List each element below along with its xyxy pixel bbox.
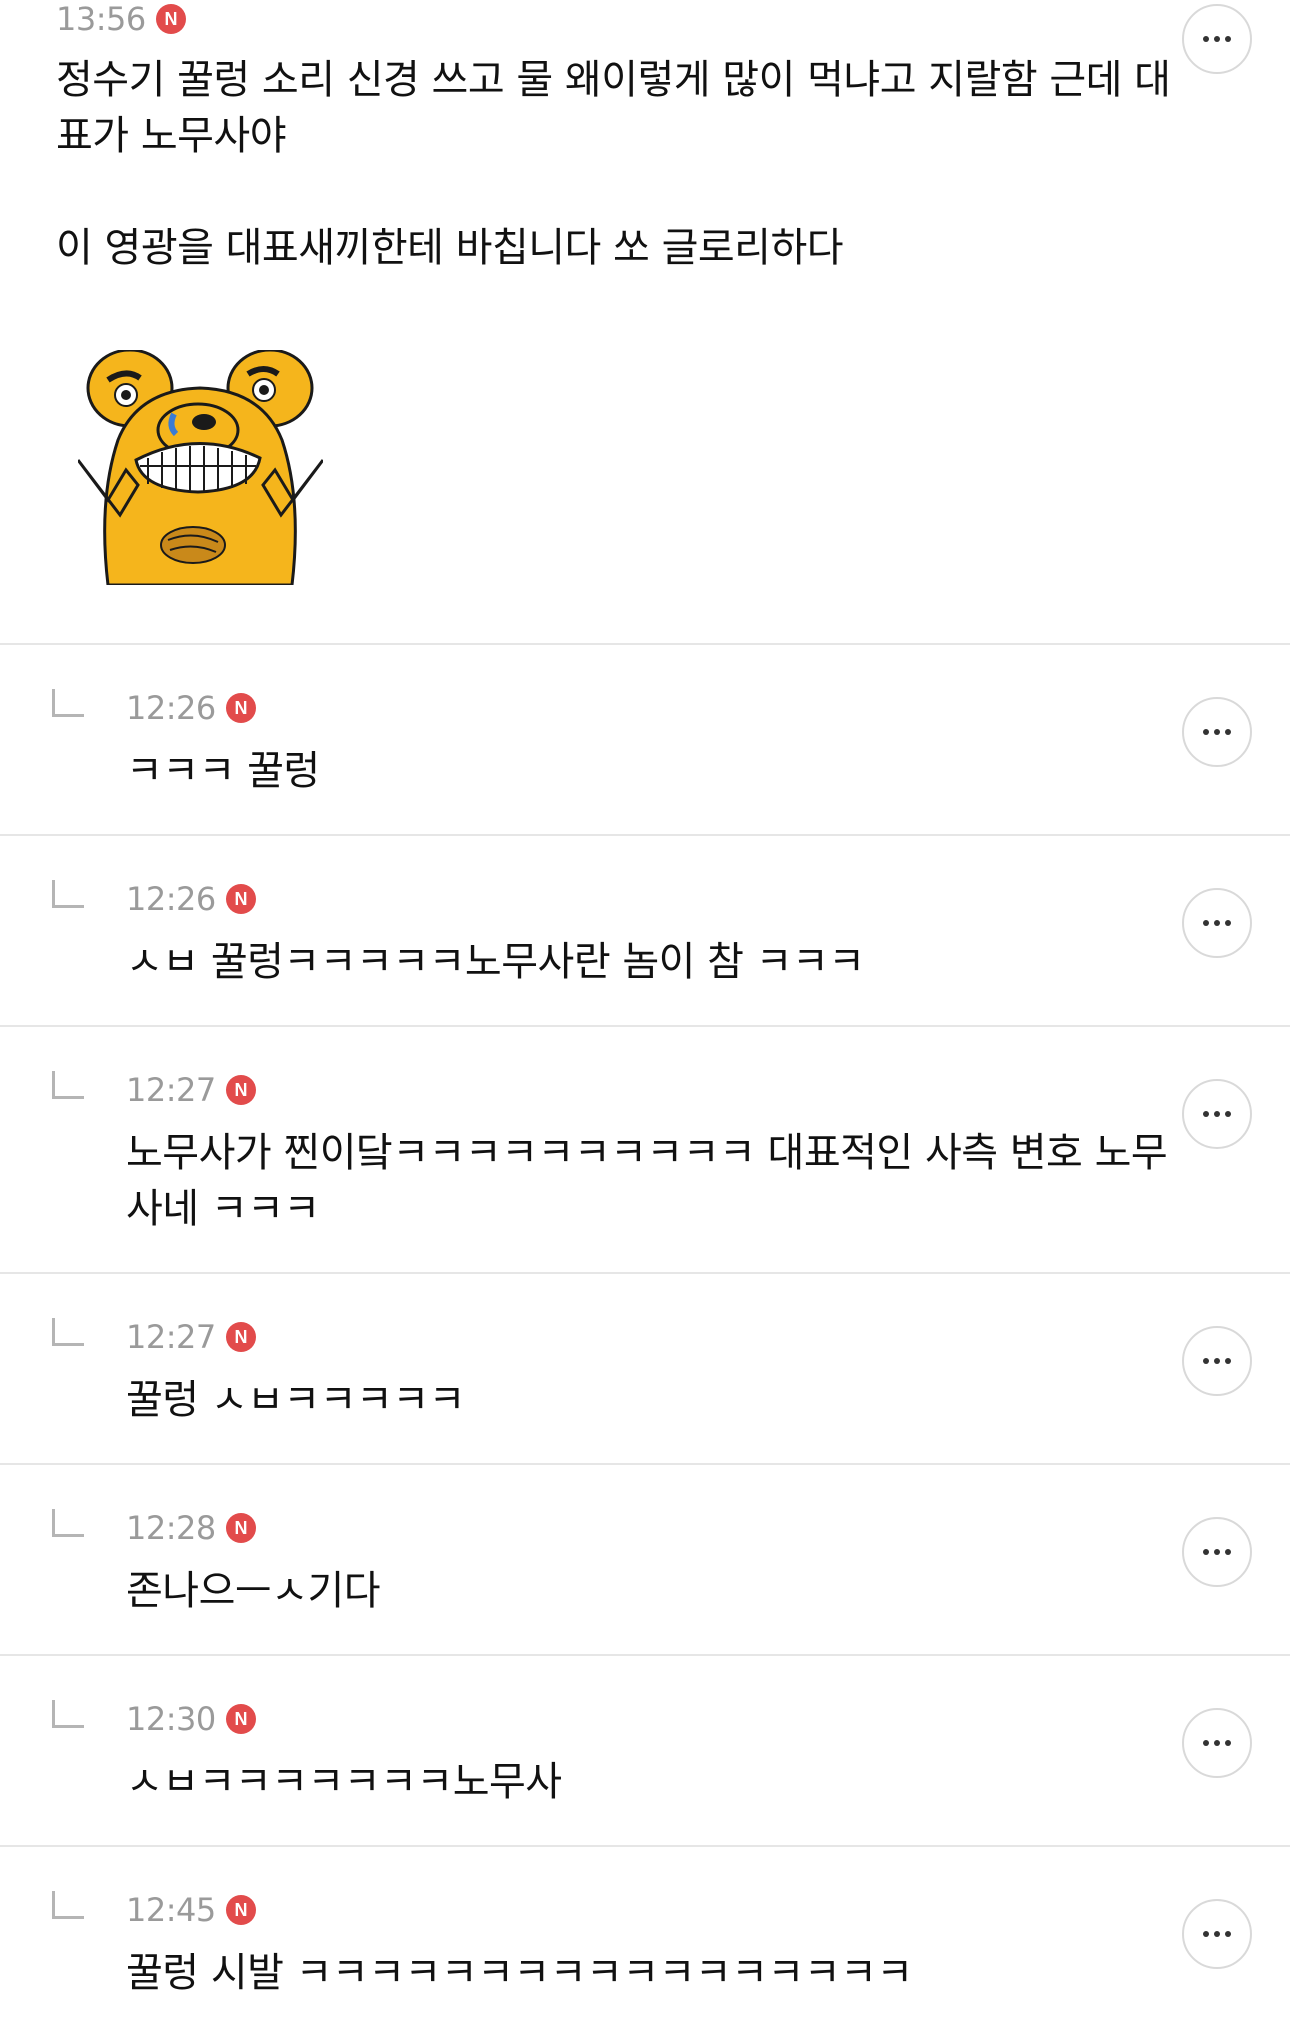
more-options-icon xyxy=(1203,920,1231,926)
more-options-button[interactable] xyxy=(1182,697,1252,767)
more-options-icon xyxy=(1203,1111,1231,1117)
comment-thread: 13:56 N 정수기 꿀렁 소리 신경 쓰고 물 왜이렇게 많이 먹냐고 지랄… xyxy=(0,0,1290,2036)
reply-item: 12:27 N 노무사가 찐이닼ㅋㅋㅋㅋㅋㅋㅋㅋㅋㅋ 대표적인 사측 변호 노무… xyxy=(0,1027,1290,1274)
reply-arrow-icon xyxy=(52,1891,84,1919)
reply-time: 12:45 xyxy=(126,1891,216,1929)
reply-arrow-icon xyxy=(52,1071,84,1099)
reply-meta: 12:30 N xyxy=(126,1700,256,1738)
post-body: 정수기 꿀렁 소리 신경 쓰고 물 왜이렇게 많이 먹냐고 지랄함 근데 대표가… xyxy=(56,52,1176,276)
reply-arrow-icon xyxy=(52,880,84,908)
reply-meta: 12:27 N xyxy=(126,1071,256,1109)
reply-item: 12:26 N ㅋㅋㅋ 꿀렁 xyxy=(0,645,1290,836)
reply-text: ㅅㅂ 꿀렁ㅋㅋㅋㅋㅋ노무사란 놈이 참 ㅋㅋㅋ xyxy=(126,939,865,985)
reply-text: 노무사가 찐이닼ㅋㅋㅋㅋㅋㅋㅋㅋㅋㅋ 대표적인 사측 변호 노무사네 ㅋㅋㅋ xyxy=(126,1130,1168,1232)
new-badge-icon: N xyxy=(225,1895,256,1925)
reply-text: ㅋㅋㅋ 꿀렁 xyxy=(126,748,320,794)
post-meta: 13:56 N xyxy=(56,0,186,38)
reply-time: 12:27 xyxy=(126,1318,216,1356)
more-options-button[interactable] xyxy=(1182,1899,1252,1969)
reply-item: 12:30 N ㅅㅂㅋㅋㅋㅋㅋㅋㅋ노무사 xyxy=(0,1656,1290,1847)
reply-arrow-icon xyxy=(52,1318,84,1346)
reply-meta: 12:28 N xyxy=(126,1509,256,1547)
reply-item: 12:27 N 꿀렁 ㅅㅂㅋㅋㅋㅋㅋ xyxy=(0,1274,1290,1465)
more-options-icon xyxy=(1203,1931,1231,1937)
reply-meta: 12:26 N xyxy=(126,689,256,727)
more-options-button[interactable] xyxy=(1182,4,1252,74)
more-options-icon xyxy=(1203,1549,1231,1555)
more-options-icon xyxy=(1203,1740,1231,1746)
reply-time: 12:26 xyxy=(126,689,216,727)
bear-sticker xyxy=(78,350,323,585)
reply-time: 12:27 xyxy=(126,1071,216,1109)
reply-time: 12:28 xyxy=(126,1509,216,1547)
new-badge-icon: N xyxy=(225,1322,256,1352)
post-time: 13:56 xyxy=(56,0,146,38)
post-text-line-2: 이 영광을 대표새끼한테 바칩니다 쏘 글로리하다 xyxy=(56,225,844,271)
new-badge-icon: N xyxy=(225,884,256,914)
new-badge-icon: N xyxy=(155,4,186,34)
reply-arrow-icon xyxy=(52,1700,84,1728)
more-options-button[interactable] xyxy=(1182,1326,1252,1396)
reply-time: 12:30 xyxy=(126,1700,216,1738)
reply-arrow-icon xyxy=(52,1509,84,1537)
reply-item: 12:45 N 꿀렁 시발 ㅋㅋㅋㅋㅋㅋㅋㅋㅋㅋㅋㅋㅋㅋㅋㅋㅋ xyxy=(0,1847,1290,2036)
main-post: 13:56 N 정수기 꿀렁 소리 신경 쓰고 물 왜이렇게 많이 먹냐고 지랄… xyxy=(0,0,1290,645)
reply-item: 12:28 N 존나으ㅡㅅ기다 xyxy=(0,1465,1290,1656)
reply-text: 꿀렁 ㅅㅂㅋㅋㅋㅋㅋ xyxy=(126,1377,465,1423)
more-options-button[interactable] xyxy=(1182,1517,1252,1587)
reply-meta: 12:27 N xyxy=(126,1318,256,1356)
reply-text: 꿀렁 시발 ㅋㅋㅋㅋㅋㅋㅋㅋㅋㅋㅋㅋㅋㅋㅋㅋㅋ xyxy=(126,1950,913,1996)
reply-item: 12:26 N ㅅㅂ 꿀렁ㅋㅋㅋㅋㅋ노무사란 놈이 참 ㅋㅋㅋ xyxy=(0,836,1290,1027)
new-badge-icon: N xyxy=(225,1513,256,1543)
new-badge-icon: N xyxy=(225,1075,256,1105)
reply-time: 12:26 xyxy=(126,880,216,918)
reply-arrow-icon xyxy=(52,689,84,717)
more-options-button[interactable] xyxy=(1182,888,1252,958)
new-badge-icon: N xyxy=(225,693,256,723)
post-text-line-1: 정수기 꿀렁 소리 신경 쓰고 물 왜이렇게 많이 먹냐고 지랄함 근데 대표가… xyxy=(56,57,1171,159)
more-options-button[interactable] xyxy=(1182,1708,1252,1778)
reply-meta: 12:26 N xyxy=(126,880,256,918)
reply-text: 존나으ㅡㅅ기다 xyxy=(126,1568,381,1614)
more-options-icon xyxy=(1203,729,1231,735)
more-options-button[interactable] xyxy=(1182,1079,1252,1149)
more-options-icon xyxy=(1203,36,1231,42)
reply-meta: 12:45 N xyxy=(126,1891,256,1929)
more-options-icon xyxy=(1203,1358,1231,1364)
reply-text: ㅅㅂㅋㅋㅋㅋㅋㅋㅋ노무사 xyxy=(126,1759,562,1805)
new-badge-icon: N xyxy=(225,1704,256,1734)
